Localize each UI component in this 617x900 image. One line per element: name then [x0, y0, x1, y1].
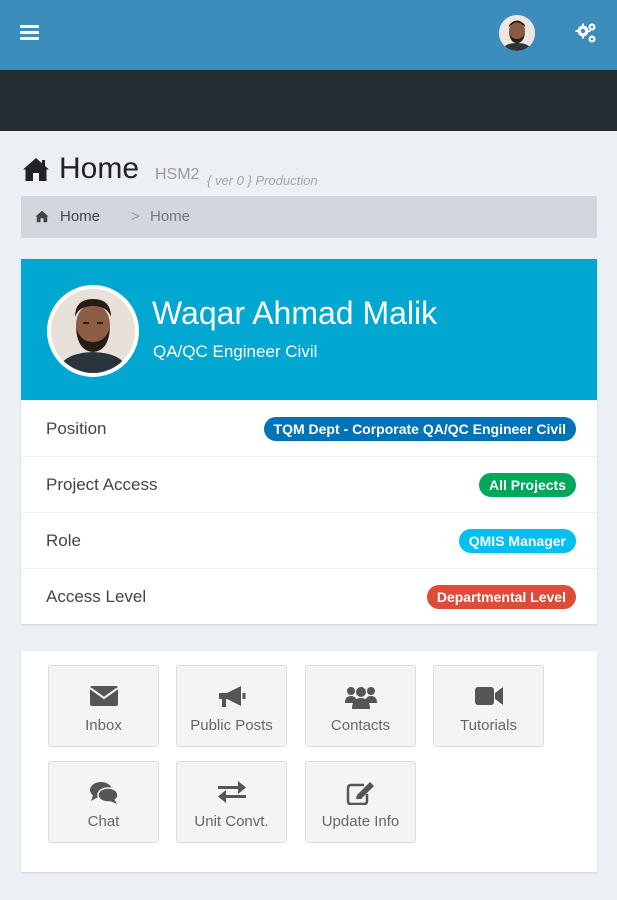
home-icon	[23, 158, 49, 181]
exchange-icon	[217, 781, 246, 803]
top-navbar	[0, 0, 617, 70]
public-posts-button[interactable]: Public Posts	[176, 665, 287, 747]
breadcrumb: Home > Home	[21, 196, 597, 238]
envelope-icon	[88, 686, 119, 706]
public-posts-label: Public Posts	[190, 717, 273, 734]
bullhorn-icon	[218, 686, 245, 707]
profile-header: Waqar Ahmad Malik QA/QC Engineer Civil	[21, 259, 597, 400]
home-icon	[35, 210, 49, 223]
hamburger-icon[interactable]	[20, 25, 39, 42]
page-title: Home	[59, 152, 140, 185]
info-row-role: Role QMIS Manager	[21, 512, 597, 568]
position-badge: TQM Dept - Corporate QA/QC Engineer Civi…	[263, 417, 576, 441]
contacts-label: Contacts	[330, 717, 391, 734]
profile-card: Waqar Ahmad Malik QA/QC Engineer Civil P…	[21, 259, 597, 624]
chat-label: Chat	[87, 813, 120, 830]
project-access-label: Project Access	[46, 475, 158, 494]
version-label: { ver 0 } Production	[207, 173, 318, 188]
contacts-button[interactable]: Contacts	[305, 665, 416, 747]
info-row-access-level: Access Level Departmental Level	[21, 568, 597, 624]
update-info-label: Update Info	[321, 813, 400, 830]
unit-convert-label: Unit Convt.	[194, 813, 269, 830]
breadcrumb-current: Home	[150, 208, 191, 225]
update-info-button[interactable]: Update Info	[305, 761, 416, 843]
access-level-badge: Departmental Level	[426, 585, 576, 609]
user-avatar[interactable]	[499, 15, 535, 51]
chat-button[interactable]: Chat	[48, 761, 159, 843]
role-label: Role	[46, 531, 81, 550]
apps-panel: Inbox Public Posts Contacts Tutorials Ch…	[21, 651, 597, 872]
breadcrumb-separator: >	[131, 208, 140, 225]
secondary-navbar	[0, 70, 617, 131]
tutorials-button[interactable]: Tutorials	[433, 665, 544, 747]
users-icon	[344, 687, 377, 709]
position-label: Position	[46, 419, 107, 438]
app-name: HSM2	[155, 166, 200, 183]
video-camera-icon	[474, 687, 503, 705]
info-row-project-access: Project Access All Projects	[21, 456, 597, 512]
user-designation: QA/QC Engineer Civil	[153, 342, 318, 361]
project-access-badge: All Projects	[478, 473, 576, 497]
tutorials-label: Tutorials	[460, 717, 517, 734]
edit-icon	[346, 782, 374, 805]
breadcrumb-home-link[interactable]: Home	[60, 208, 100, 225]
role-badge: QMIS Manager	[458, 529, 576, 553]
user-name: Waqar Ahmad Malik	[152, 295, 438, 331]
gears-icon[interactable]	[575, 22, 599, 46]
profile-avatar	[47, 285, 139, 377]
inbox-label: Inbox	[85, 717, 122, 734]
inbox-button[interactable]: Inbox	[48, 665, 159, 747]
access-level-label: Access Level	[46, 587, 147, 606]
info-row-position: Position TQM Dept - Corporate QA/QC Engi…	[21, 400, 597, 456]
comments-icon	[89, 782, 119, 804]
unit-convert-button[interactable]: Unit Convt.	[176, 761, 287, 843]
